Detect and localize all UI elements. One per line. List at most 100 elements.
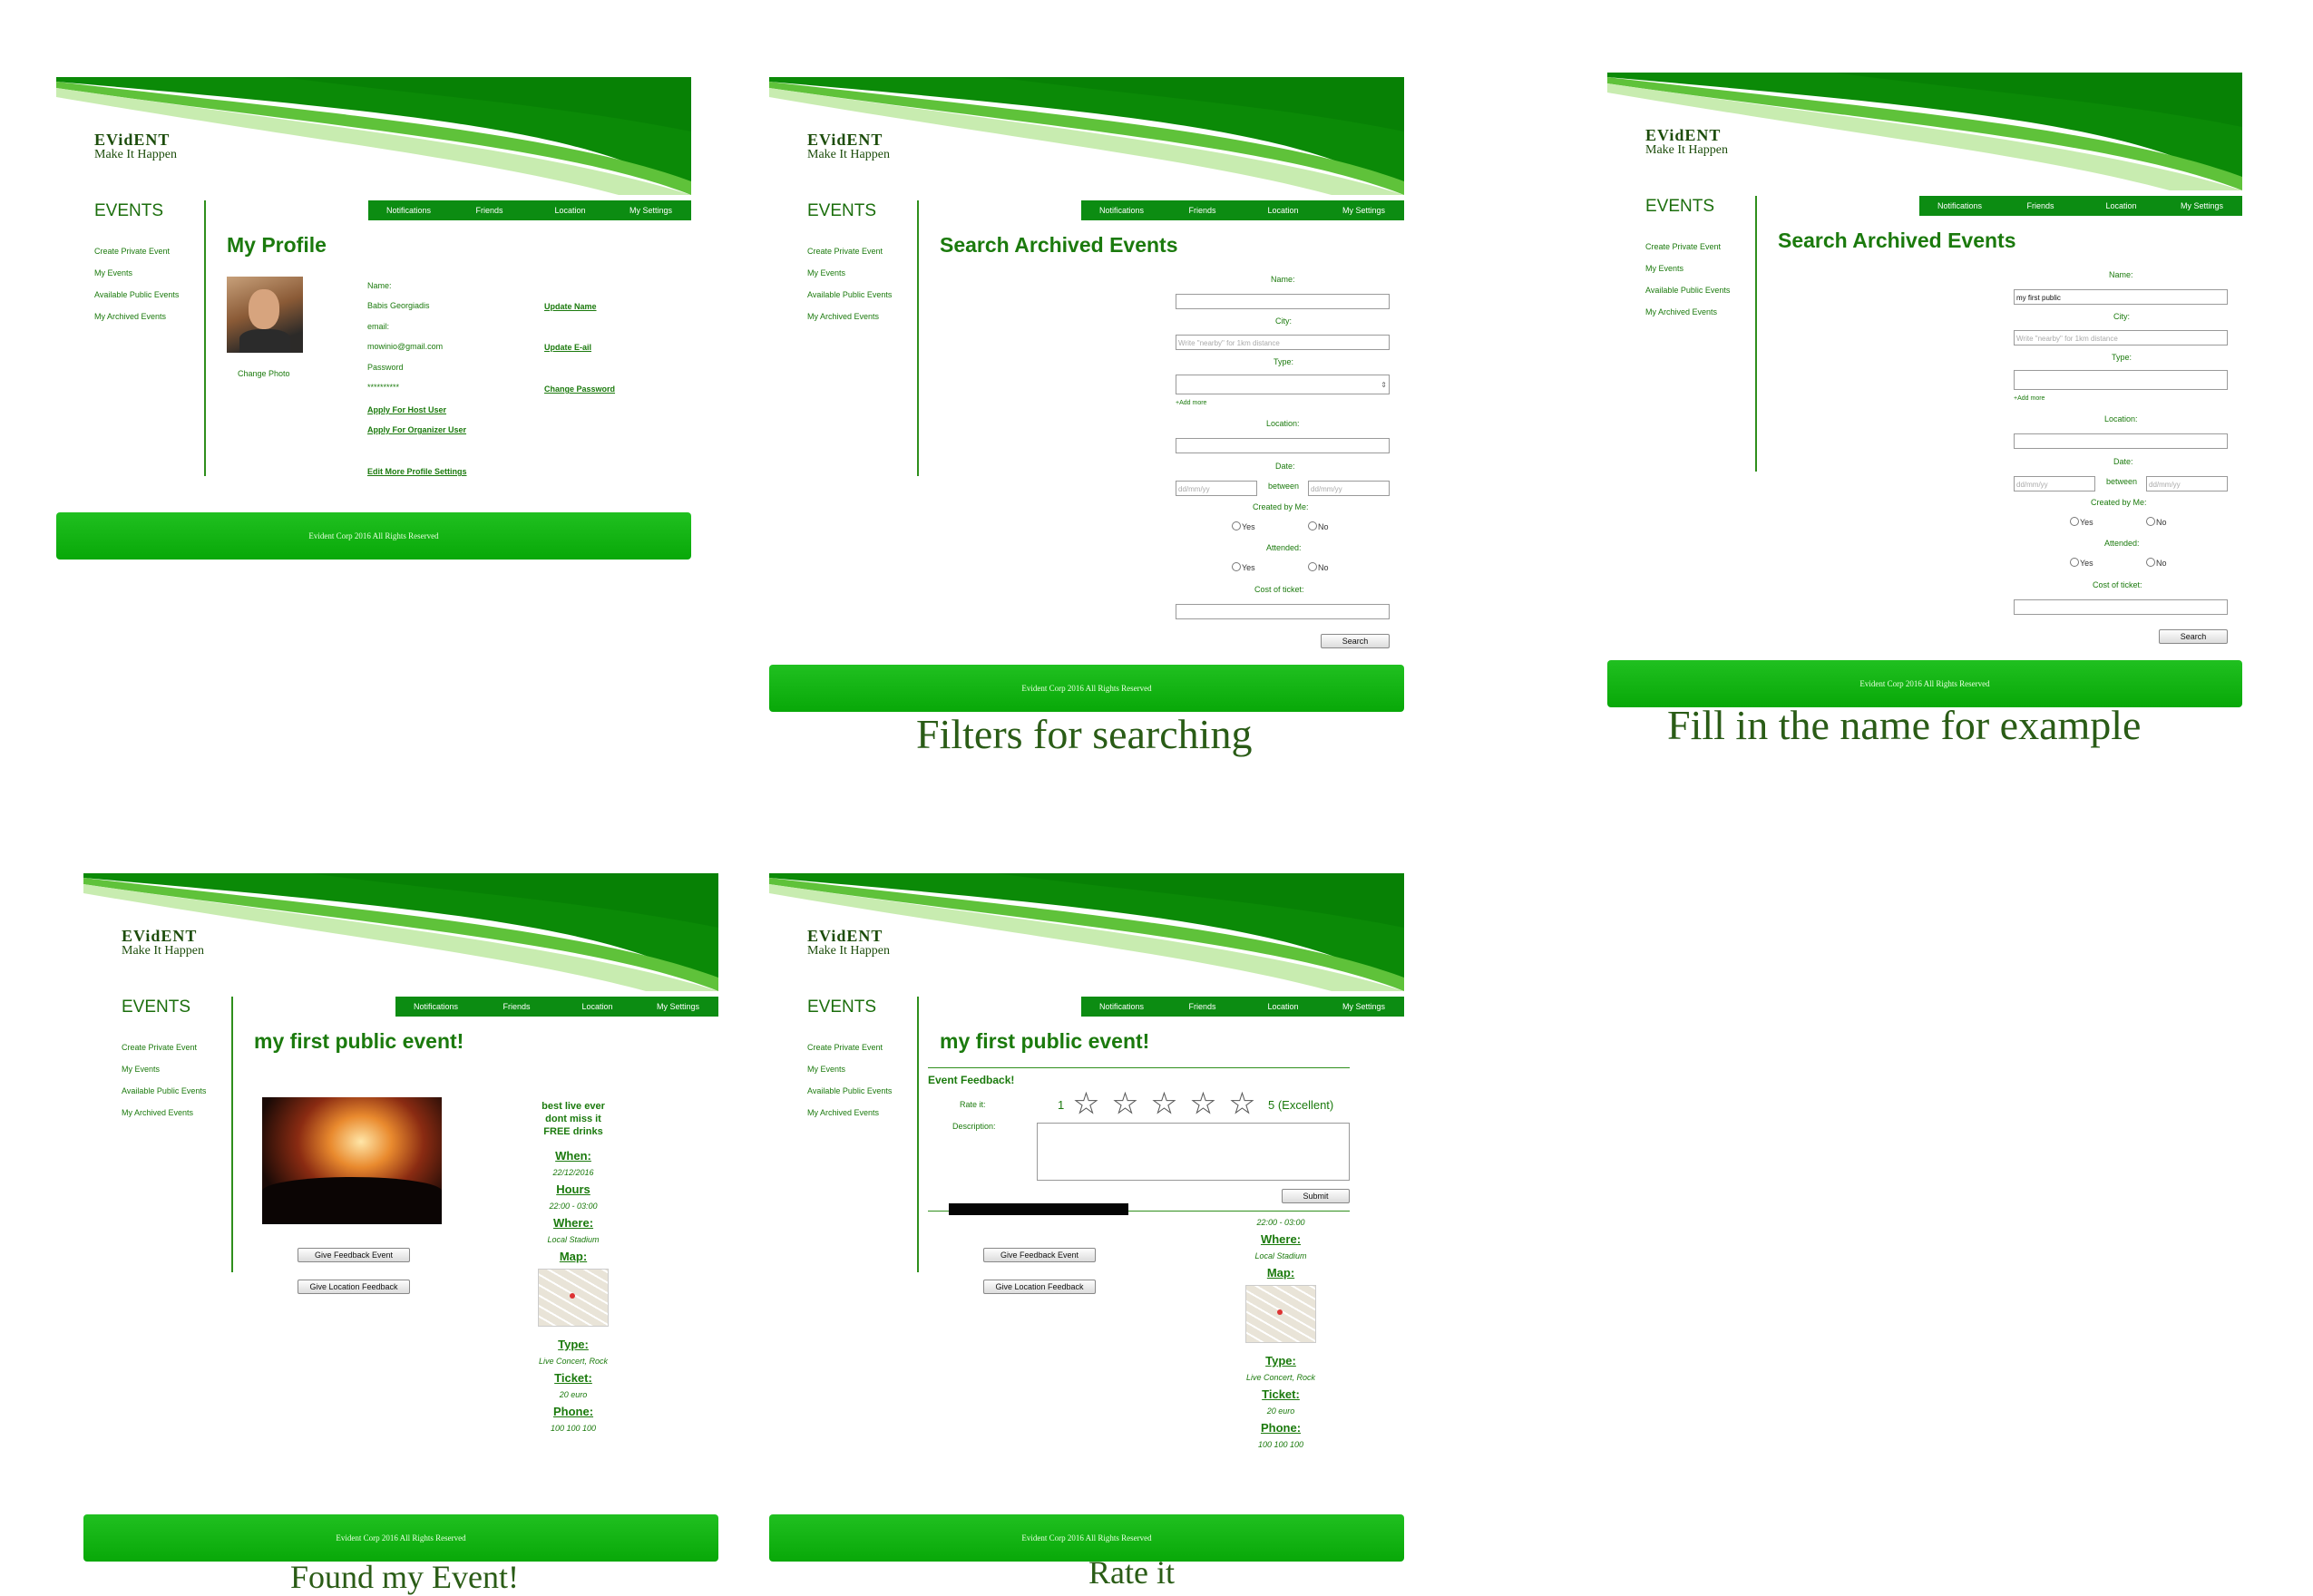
nav-settings[interactable]: My Settings bbox=[2162, 196, 2242, 216]
sidebar-item-public-events[interactable]: Available Public Events bbox=[122, 1080, 206, 1102]
nav-location[interactable]: Location bbox=[557, 997, 638, 1017]
sidebar-item-create-private[interactable]: Create Private Event bbox=[94, 240, 179, 262]
sidebar-item-public-events[interactable]: Available Public Events bbox=[1645, 279, 1730, 301]
description-textarea[interactable] bbox=[1037, 1123, 1350, 1181]
nav-notifications[interactable]: Notifications bbox=[1919, 196, 2000, 216]
created-yes-radio[interactable]: Yes bbox=[2070, 517, 2093, 527]
where-value: Local Stadium bbox=[547, 1235, 600, 1244]
date-to-input[interactable]: dd/mm/yy bbox=[2146, 476, 2228, 491]
sidebar-item-my-events[interactable]: My Events bbox=[807, 262, 892, 284]
sidebar-item-archived[interactable]: My Archived Events bbox=[807, 1102, 892, 1124]
add-more-link[interactable]: +Add more bbox=[1176, 400, 1206, 406]
header-banner: EVidENT Make It Happen bbox=[83, 873, 718, 991]
star-5-icon[interactable]: ★ bbox=[1230, 1090, 1255, 1118]
apply-host-link[interactable]: Apply For Host User bbox=[367, 405, 446, 414]
top-nav: Notifications Friends Location My Settin… bbox=[1081, 200, 1404, 220]
sidebar-item-archived[interactable]: My Archived Events bbox=[94, 306, 179, 327]
star-3-icon[interactable]: ★ bbox=[1152, 1090, 1177, 1118]
search-button[interactable]: Search bbox=[2159, 629, 2228, 644]
nav-settings[interactable]: My Settings bbox=[1323, 997, 1404, 1017]
between-label: between bbox=[2106, 477, 2138, 486]
name-input[interactable] bbox=[1176, 294, 1390, 309]
created-yes-radio[interactable]: Yes bbox=[1232, 521, 1255, 531]
sidebar-item-my-events[interactable]: My Events bbox=[122, 1058, 206, 1080]
give-location-feedback-button[interactable]: Give Location Feedback bbox=[298, 1280, 410, 1294]
nav-friends[interactable]: Friends bbox=[2000, 196, 2081, 216]
nav-friends[interactable]: Friends bbox=[449, 200, 530, 220]
date-from-input[interactable]: dd/mm/yy bbox=[1176, 481, 1257, 496]
update-name-link[interactable]: Update Name bbox=[544, 302, 597, 311]
nav-friends[interactable]: Friends bbox=[1162, 200, 1243, 220]
nav-location[interactable]: Location bbox=[2081, 196, 2162, 216]
nav-location[interactable]: Location bbox=[1243, 997, 1323, 1017]
star-2-icon[interactable]: ★ bbox=[1113, 1090, 1138, 1118]
add-more-link[interactable]: +Add more bbox=[2014, 395, 2045, 402]
nav-settings[interactable]: My Settings bbox=[638, 997, 718, 1017]
attended-yes-radio[interactable]: Yes bbox=[1232, 562, 1255, 572]
nav-location[interactable]: Location bbox=[1243, 200, 1323, 220]
nav-settings[interactable]: My Settings bbox=[610, 200, 691, 220]
sidebar-item-my-events[interactable]: My Events bbox=[1645, 258, 1730, 279]
give-feedback-button[interactable]: Give Feedback Event bbox=[298, 1248, 410, 1262]
sidebar-item-archived[interactable]: My Archived Events bbox=[807, 306, 892, 327]
type-select[interactable] bbox=[2014, 370, 2228, 390]
sidebar-item-create-private[interactable]: Create Private Event bbox=[1645, 236, 1730, 258]
sidebar-item-create-private[interactable]: Create Private Event bbox=[807, 1036, 892, 1058]
city-label: City: bbox=[2113, 312, 2130, 321]
star-4-icon[interactable]: ★ bbox=[1191, 1090, 1216, 1118]
promo-line-3: FREE drinks bbox=[543, 1126, 603, 1137]
star-1-icon[interactable]: ★ bbox=[1074, 1090, 1099, 1118]
brand-tagline: Make It Happen bbox=[807, 148, 890, 161]
nav-friends[interactable]: Friends bbox=[476, 997, 557, 1017]
location-input[interactable] bbox=[2014, 433, 2228, 449]
attended-no-radio[interactable]: No bbox=[2146, 558, 2167, 568]
brand-name: EVidENT bbox=[1645, 126, 1722, 144]
created-no-radio[interactable]: No bbox=[1308, 521, 1329, 531]
submit-button[interactable]: Submit bbox=[1282, 1189, 1350, 1203]
location-input[interactable] bbox=[1176, 438, 1390, 453]
sidebar-item-create-private[interactable]: Create Private Event bbox=[122, 1036, 206, 1058]
promo-line-1: best live ever bbox=[542, 1101, 605, 1112]
cost-input[interactable] bbox=[2014, 599, 2228, 615]
sidebar-item-archived[interactable]: My Archived Events bbox=[122, 1102, 206, 1124]
sidebar-item-public-events[interactable]: Available Public Events bbox=[94, 284, 179, 306]
give-location-feedback-button[interactable]: Give Location Feedback bbox=[983, 1280, 1096, 1294]
nav-notifications[interactable]: Notifications bbox=[368, 200, 449, 220]
give-feedback-button[interactable]: Give Feedback Event bbox=[983, 1248, 1096, 1262]
event-details: 22:00 - 03:00 Where: Local Stadium Map: … bbox=[1240, 1218, 1322, 1449]
city-input[interactable]: Write "nearby" for 1km distance bbox=[2014, 330, 2228, 345]
change-photo-link[interactable]: Change Photo bbox=[238, 369, 290, 378]
sidebar-item-archived[interactable]: My Archived Events bbox=[1645, 301, 1730, 323]
map-thumbnail[interactable] bbox=[1245, 1285, 1316, 1343]
feedback-title: Event Feedback! bbox=[928, 1074, 1015, 1086]
attended-yes-radio[interactable]: Yes bbox=[2070, 558, 2093, 568]
update-email-link[interactable]: Update E-ail bbox=[544, 343, 591, 352]
nav-notifications[interactable]: Notifications bbox=[395, 997, 476, 1017]
cost-input[interactable] bbox=[1176, 604, 1390, 619]
change-password-link[interactable]: Change Password bbox=[544, 384, 615, 394]
date-to-input[interactable]: dd/mm/yy bbox=[1308, 481, 1390, 496]
edit-more-link[interactable]: Edit More Profile Settings bbox=[367, 467, 467, 476]
apply-organizer-link[interactable]: Apply For Organizer User bbox=[367, 425, 466, 434]
nav-location[interactable]: Location bbox=[530, 200, 610, 220]
date-from-input[interactable]: dd/mm/yy bbox=[2014, 476, 2095, 491]
sidebar-item-public-events[interactable]: Available Public Events bbox=[807, 1080, 892, 1102]
nav-notifications[interactable]: Notifications bbox=[1081, 997, 1162, 1017]
search-button[interactable]: Search bbox=[1321, 634, 1390, 648]
type-select[interactable]: ⇕ bbox=[1176, 375, 1390, 394]
sidebar-item-my-events[interactable]: My Events bbox=[807, 1058, 892, 1080]
name-input[interactable]: my first public bbox=[2014, 289, 2228, 305]
sidebar-item-my-events[interactable]: My Events bbox=[94, 262, 179, 284]
city-input[interactable]: Write "nearby" for 1km distance bbox=[1176, 335, 1390, 350]
sidebar-item-public-events[interactable]: Available Public Events bbox=[807, 284, 892, 306]
sidebar-item-create-private[interactable]: Create Private Event bbox=[807, 240, 892, 262]
attended-no-radio[interactable]: No bbox=[1308, 562, 1329, 572]
nav-friends[interactable]: Friends bbox=[1162, 997, 1243, 1017]
nav-settings[interactable]: My Settings bbox=[1323, 200, 1404, 220]
header-banner: EVidENT Make It Happen bbox=[769, 873, 1404, 991]
map-thumbnail[interactable] bbox=[538, 1269, 609, 1327]
nav-notifications[interactable]: Notifications bbox=[1081, 200, 1162, 220]
created-by-me-label: Created by Me: bbox=[1253, 502, 1309, 511]
spinner-icon[interactable]: ⇕ bbox=[1381, 377, 1387, 393]
created-no-radio[interactable]: No bbox=[2146, 517, 2167, 527]
